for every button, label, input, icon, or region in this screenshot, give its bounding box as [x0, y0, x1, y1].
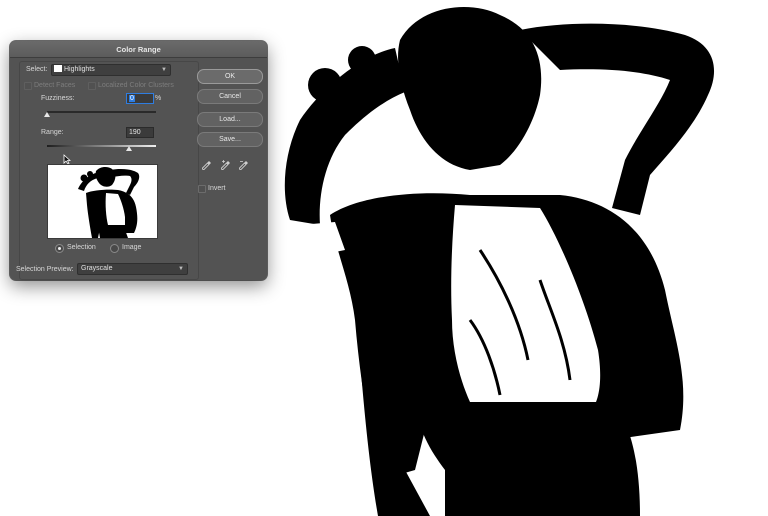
- eyedropper-plus-icon[interactable]: [221, 160, 231, 170]
- selection-preview-label: Selection Preview:: [16, 266, 74, 273]
- dialog-title: Color Range: [116, 45, 161, 54]
- image-radio-label: Image: [122, 244, 142, 251]
- fuzziness-slider-track[interactable]: [47, 111, 156, 113]
- invert-checkbox[interactable]: [198, 185, 206, 193]
- color-range-dialog: Color Range Select: Highlights ▼ Detect …: [10, 41, 267, 280]
- chevron-down-icon: ▼: [161, 67, 167, 73]
- range-slider-track[interactable]: [47, 145, 156, 147]
- save-button[interactable]: Save...: [197, 132, 263, 147]
- chevron-down-icon: ▼: [178, 266, 184, 272]
- load-button[interactable]: Load...: [197, 112, 263, 127]
- selection-preview-thumbnail: [47, 164, 158, 239]
- localized-clusters-label: Localized Color Clusters: [98, 82, 174, 89]
- eyedropper-minus-icon[interactable]: [239, 160, 249, 170]
- selection-radio[interactable]: [55, 244, 64, 253]
- detect-faces-label: Detect Faces: [34, 82, 76, 89]
- preview-silhouette: [48, 165, 157, 238]
- fuzziness-value: 0: [129, 95, 135, 102]
- detect-faces-checkbox[interactable]: [24, 82, 32, 90]
- selection-preview-dropdown[interactable]: Grayscale ▼: [77, 263, 188, 275]
- invert-label: Invert: [208, 185, 226, 192]
- localized-clusters-checkbox[interactable]: [88, 82, 96, 90]
- select-dropdown[interactable]: Highlights ▼: [51, 64, 171, 76]
- cancel-button[interactable]: Cancel: [197, 89, 263, 104]
- range-label: Range:: [41, 129, 64, 136]
- fuzziness-unit: %: [155, 95, 162, 102]
- fuzziness-label: Fuzziness:: [41, 95, 75, 102]
- range-value: 190: [129, 129, 141, 136]
- ok-button[interactable]: OK: [197, 69, 263, 84]
- dialog-titlebar[interactable]: Color Range: [10, 41, 267, 58]
- selection-radio-label: Selection: [67, 244, 96, 251]
- eyedropper-icon[interactable]: [202, 160, 212, 170]
- highlights-swatch: [54, 65, 62, 72]
- select-label: Select:: [26, 66, 48, 73]
- image-radio[interactable]: [110, 244, 119, 253]
- select-value: Highlights: [64, 66, 95, 73]
- fuzziness-slider-thumb[interactable]: [44, 112, 50, 117]
- fuzziness-input[interactable]: 0: [126, 93, 154, 104]
- range-slider-thumb[interactable]: [125, 146, 132, 151]
- selection-preview-value: Grayscale: [81, 265, 113, 272]
- range-input[interactable]: 190: [126, 127, 154, 138]
